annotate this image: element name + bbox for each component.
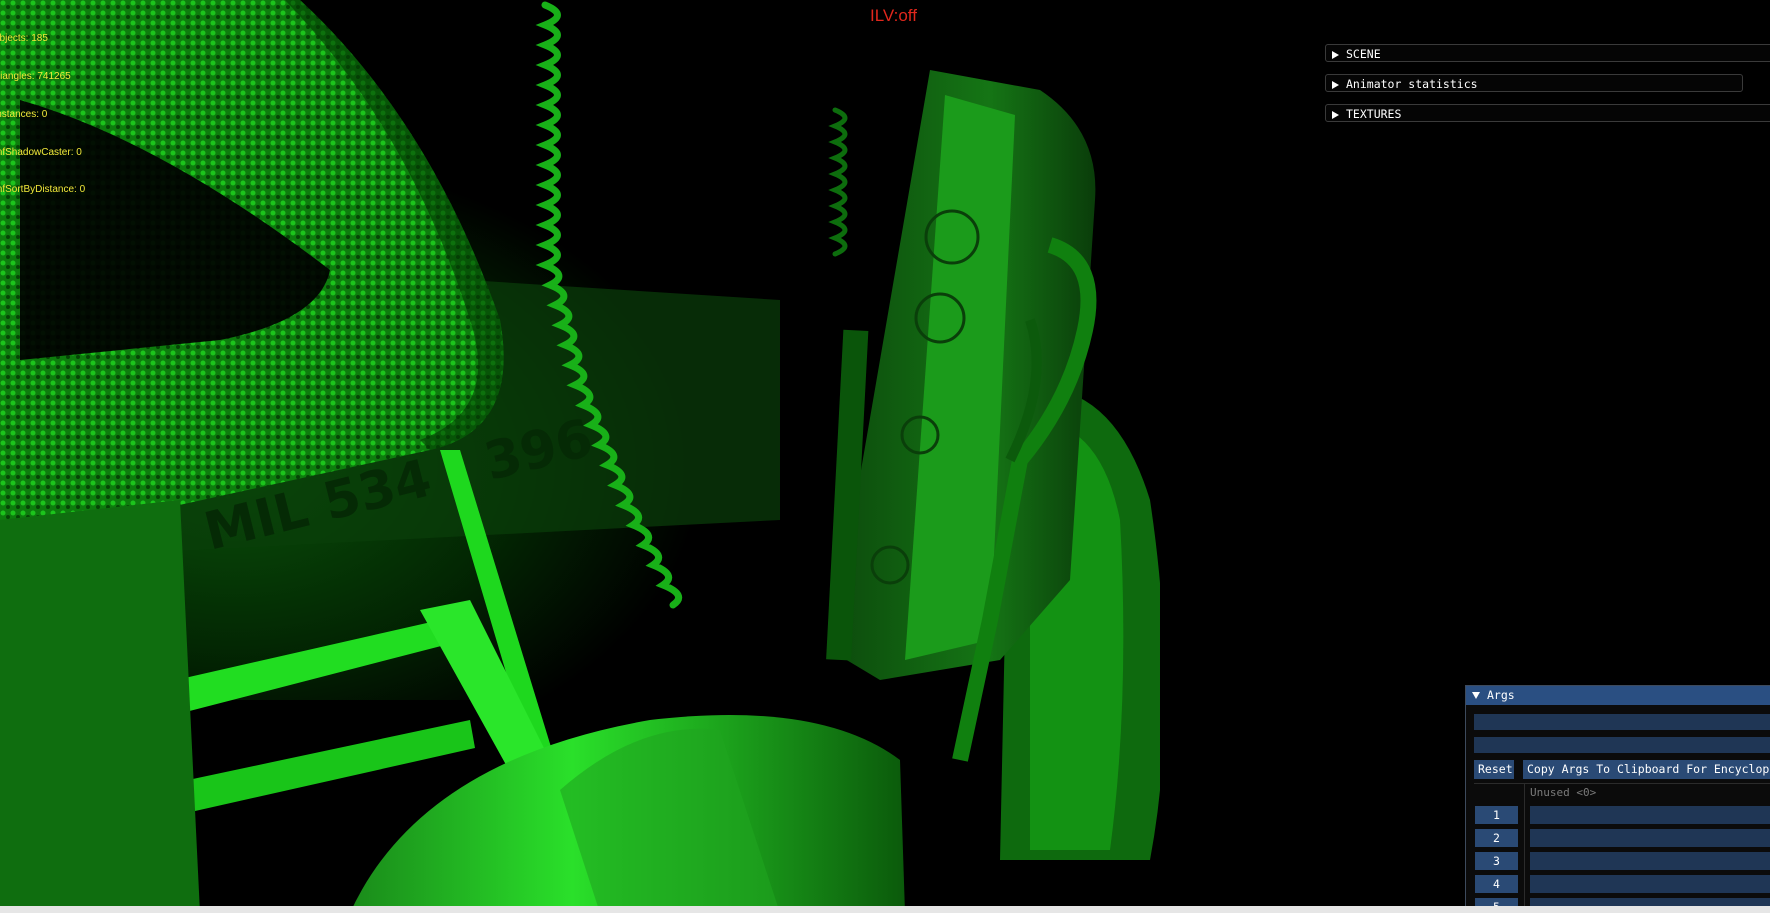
- arg-row-value-1[interactable]: [1530, 806, 1770, 824]
- args-window-title-bar[interactable]: Args: [1466, 686, 1770, 705]
- scene-panel-header[interactable]: SCENE: [1325, 44, 1770, 62]
- arg-row-number-3[interactable]: 3: [1475, 852, 1518, 870]
- arg-row-number-2[interactable]: 2: [1475, 829, 1518, 847]
- args-window: Args Reset Copy Args To Clipboard For En…: [1465, 685, 1770, 913]
- textures-panel-label: TEXTURES: [1346, 107, 1402, 121]
- copy-args-button[interactable]: Copy Args To Clipboard For Encyclope: [1523, 760, 1770, 779]
- textures-panel-header[interactable]: TEXTURES: [1325, 104, 1770, 122]
- ilv-status: ILV:off: [870, 6, 917, 25]
- args-divider-horizontal: [1474, 783, 1770, 784]
- args-input-field-2[interactable]: [1474, 737, 1770, 753]
- arg-row-number-4[interactable]: 4: [1475, 875, 1518, 893]
- animator-statistics-panel-header[interactable]: Animator statistics: [1325, 74, 1743, 92]
- args-window-title: Args: [1487, 688, 1515, 702]
- args-input-field-1[interactable]: [1474, 714, 1770, 730]
- triangle-down-icon: [1472, 692, 1480, 699]
- animator-statistics-panel-label: Animator statistics: [1346, 77, 1478, 91]
- scene-panel-label: SCENE: [1346, 47, 1381, 61]
- render-stats: objects: 185 triangles: 741265 instances…: [0, 8, 85, 222]
- 3d-viewport[interactable]: MIL 534 - 396 bjects: 185 triangles: 741…: [0, 0, 1770, 913]
- triangle-right-icon: [1332, 81, 1339, 89]
- reset-button[interactable]: Reset: [1474, 760, 1514, 779]
- triangle-right-icon: [1332, 51, 1339, 59]
- bottom-status-bar: [0, 906, 1770, 913]
- stats-shadow-caster: mfShadowCaster: 0: [0, 146, 82, 158]
- triangle-right-icon: [1332, 111, 1339, 119]
- stats-triangles: triangles: 741265: [0, 70, 71, 82]
- stats-objects: objects: 185: [0, 33, 48, 45]
- arg-row-value-4[interactable]: [1530, 875, 1770, 893]
- unused-args-label: Unused <0>: [1530, 786, 1597, 799]
- stats-instances: instances: 0: [0, 108, 48, 120]
- args-divider-vertical: [1524, 784, 1525, 912]
- stats-sort-by-distance: mfSortByDistance: 0: [0, 184, 86, 196]
- arg-row-value-3[interactable]: [1530, 852, 1770, 870]
- arg-row-number-1[interactable]: 1: [1475, 806, 1518, 824]
- arg-row-value-2[interactable]: [1530, 829, 1770, 847]
